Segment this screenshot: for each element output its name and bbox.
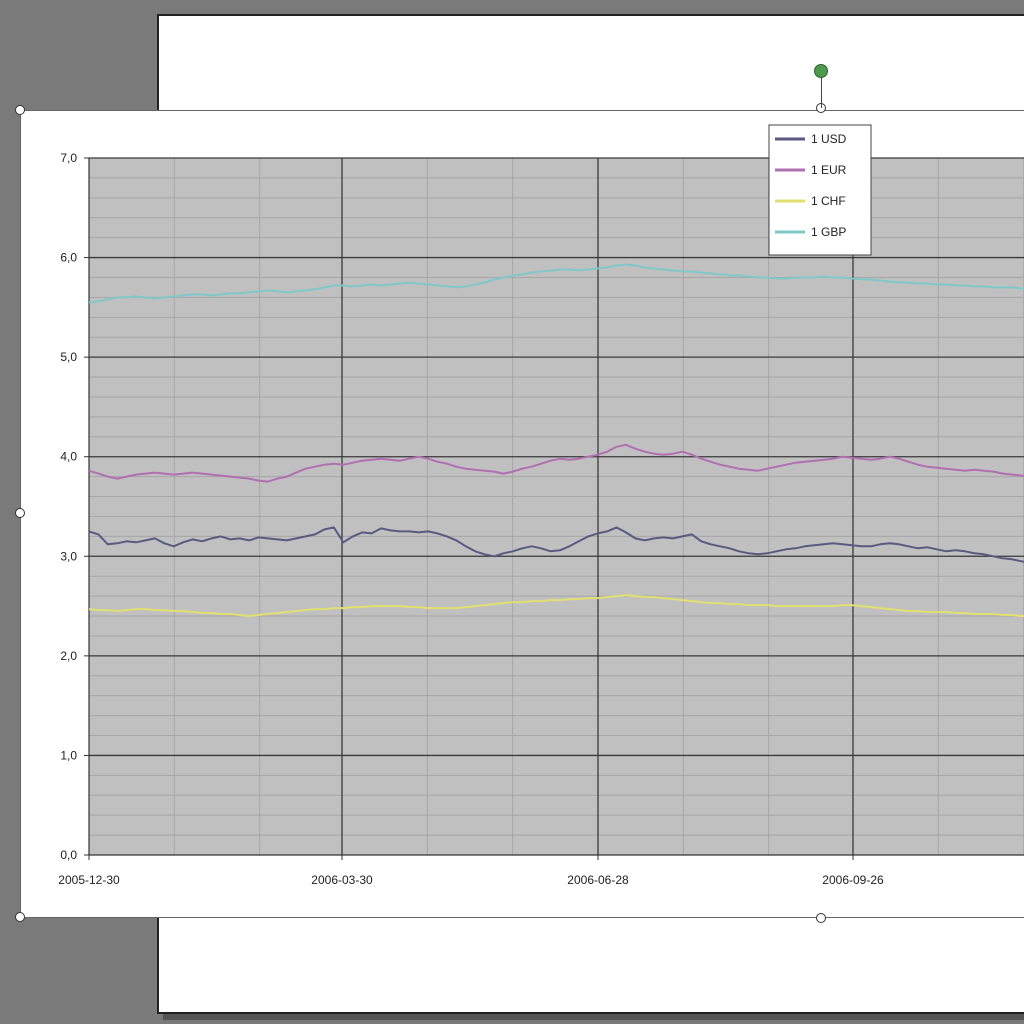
rotate-handle[interactable] — [814, 64, 828, 78]
chart-object[interactable]: 0,0 1,0 2,0 3,0 4,0 5,0 6,0 7,0 2005-12-30 2006-… — [20, 110, 1024, 918]
legend[interactable]: 1 USD 1 EUR 1 CHF 1 GBP — [768, 124, 872, 256]
legend-label: 1 CHF — [811, 194, 846, 208]
x-tick-label: 2006-09-26 — [822, 873, 884, 887]
legend-label: 1 EUR — [811, 163, 847, 177]
rotate-connector — [821, 78, 822, 108]
x-tick-label: 2006-03-30 — [311, 873, 373, 887]
resize-handle-bottom-middle[interactable] — [816, 913, 826, 923]
y-tick-label: 3,0 — [60, 549, 77, 563]
legend-label: 1 GBP — [811, 225, 846, 239]
resize-handle-middle-left[interactable] — [15, 508, 25, 518]
x-tick-label: 2006-06-28 — [567, 873, 629, 887]
y-tick-label: 2,0 — [60, 649, 77, 663]
plot-area — [89, 158, 1024, 855]
y-tick-label: 6,0 — [60, 251, 77, 265]
legend-label: 1 USD — [811, 132, 847, 146]
chart-canvas: 0,0 1,0 2,0 3,0 4,0 5,0 6,0 7,0 2005-12-30 2006-… — [58, 124, 1024, 887]
resize-handle-top-left[interactable] — [15, 105, 25, 115]
x-tick-label: 2005-12-30 — [58, 873, 120, 887]
y-tick-label: 1,0 — [60, 748, 77, 762]
y-tick-label: 7,0 — [60, 151, 77, 165]
y-tick-label: 4,0 — [60, 450, 77, 464]
x-axis-ticks: 2005-12-30 2006-03-30 2006-06-28 2006-09-26 — [58, 855, 884, 887]
y-tick-label: 5,0 — [60, 350, 77, 364]
y-axis-ticks: 0,0 1,0 2,0 3,0 4,0 5,0 6,0 7,0 — [60, 151, 89, 862]
y-tick-label: 0,0 — [60, 848, 77, 862]
resize-handle-bottom-left[interactable] — [15, 912, 25, 922]
